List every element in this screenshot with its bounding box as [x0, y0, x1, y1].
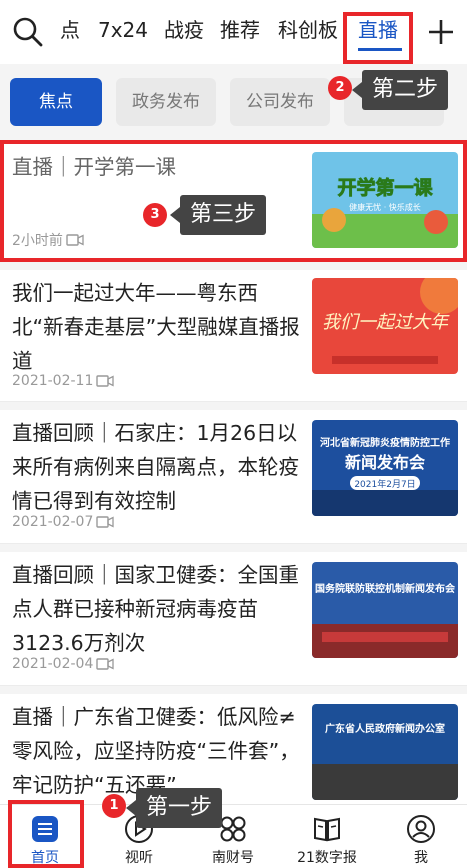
user-icon: [407, 815, 435, 843]
news-title: 直播回顾｜石家庄：1月26日以来所有病例来自隔离点，本轮疫情已得到有效控制: [12, 421, 299, 513]
news-meta: 2021-02-04: [12, 656, 115, 672]
step-2-tip: 第二步: [351, 70, 449, 110]
nav-me[interactable]: 我: [376, 805, 466, 868]
news-date: 2021-02-11: [12, 373, 94, 389]
news-meta: 2021-02-07: [12, 514, 115, 530]
news-thumbnail: 河北省新冠肺炎疫情防控工作 新闻发布会 2021年2月7日: [312, 420, 458, 516]
nav-label: 视听: [125, 850, 153, 866]
news-date: 2021-02-07: [12, 514, 94, 530]
step-2-highlight: [343, 12, 413, 64]
list-item[interactable]: 我们一起过大年——粤东西北“新春走基层”大型融媒直播报道 2021-02-11 …: [0, 270, 467, 402]
tab-7x24[interactable]: 7x24: [98, 16, 148, 44]
divider: [0, 686, 467, 694]
nav-label: 南财号: [212, 850, 254, 866]
tab-star-market[interactable]: 科创板: [278, 16, 338, 44]
step-1-badge: 1: [102, 794, 126, 818]
video-icon: [96, 516, 115, 528]
news-meta: 2021-02-11: [12, 373, 115, 389]
step-1-highlight: [8, 800, 84, 868]
chip-focus[interactable]: 焦点: [10, 78, 102, 126]
video-icon: [96, 375, 115, 387]
tab-recommend[interactable]: 推荐: [220, 16, 260, 44]
book-icon: [314, 817, 340, 842]
list-item[interactable]: 直播回顾｜国家卫健委：全国重点人群已接种新冠病毒疫苗3123.6万剂次 2021…: [0, 552, 467, 686]
thumb-caption: 国务院联防联控机制新闻发布会: [315, 582, 455, 595]
nav-label: 21数字报: [297, 850, 357, 866]
tab-zhanyi[interactable]: 战疫: [164, 16, 204, 44]
thumb-title: 河北省新冠肺炎疫情防控工作: [320, 436, 450, 449]
step-1-tip: 第一步: [125, 788, 223, 828]
news-title: 我们一起过大年——粤东西北“新春走基层”大型融媒直播报道: [12, 281, 300, 373]
news-title: 直播｜广东省卫健委：低风险≠零风险，应坚持防疫“三件套”，牢记防护“五还要”: [12, 705, 300, 797]
step-3-badge: 3: [143, 203, 167, 227]
divider: [0, 402, 467, 410]
step-2-badge: 2: [328, 76, 352, 100]
add-channel-icon[interactable]: [424, 14, 458, 50]
step-3-tip: 第三步: [169, 195, 267, 235]
list-item[interactable]: 直播回顾｜石家庄：1月26日以来所有病例来自隔离点，本轮疫情已得到有效控制 20…: [0, 410, 467, 544]
nav-label: 我: [414, 850, 428, 866]
divider: [0, 544, 467, 552]
tab-focus-partial[interactable]: 点: [60, 16, 80, 44]
video-icon: [96, 658, 115, 670]
thumb-caption: 我们一起过大年: [322, 312, 450, 333]
thumb-caption: 新闻发布会: [345, 453, 425, 472]
news-title: 直播回顾｜国家卫健委：全国重点人群已接种新冠病毒疫苗3123.6万剂次: [12, 563, 299, 655]
thumb-caption: 广东省人民政府新闻办公室: [325, 722, 445, 735]
chip-company-release[interactable]: 公司发布: [230, 78, 330, 126]
divider: [0, 262, 467, 270]
news-thumbnail: 我们一起过大年: [312, 278, 458, 374]
chip-gov-release[interactable]: 政务发布: [116, 78, 216, 126]
nav-digital-paper[interactable]: 21数字报: [282, 805, 372, 868]
list-item[interactable]: 直播｜广东省卫健委：低风险≠零风险，应坚持防疫“三件套”，牢记防护“五还要” 广…: [0, 694, 467, 804]
thumb-date: 2021年2月7日: [354, 478, 415, 490]
news-thumbnail: 广东省人民政府新闻办公室: [312, 704, 458, 800]
news-thumbnail: 国务院联防联控机制新闻发布会: [312, 562, 458, 658]
search-icon[interactable]: [10, 14, 46, 50]
news-date: 2021-02-04: [12, 656, 94, 672]
